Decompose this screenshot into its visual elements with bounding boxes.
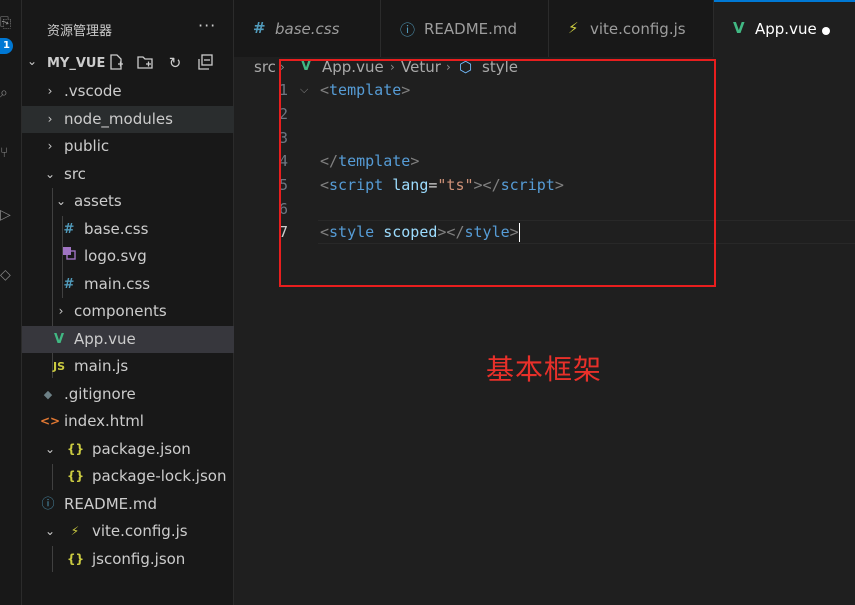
tree-item-label: index.html	[64, 412, 144, 430]
tree-item-jsconfig-json[interactable]: {} jsconfig.json	[22, 546, 234, 573]
tree-item-components[interactable]: › components	[22, 298, 234, 325]
tree-item-label: jsconfig.json	[92, 550, 186, 568]
vite-file-icon: ⚡	[70, 524, 80, 538]
tree-item-label: vite.config.js	[92, 522, 188, 540]
tree-item-label: public	[64, 137, 110, 155]
tree-item-label: assets	[74, 192, 122, 210]
chevron-right-icon: ›	[47, 84, 53, 98]
tree-item-main-css[interactable]: # main.css	[22, 271, 234, 298]
chevron-down-icon: ⌄	[55, 194, 67, 208]
source-control-icon[interactable]: ⑂	[0, 144, 14, 162]
tab-label: vite.config.js	[590, 20, 686, 38]
html-file-icon: <>	[40, 414, 61, 428]
info-icon: ⓘ	[400, 21, 416, 39]
tree-item-logo-svg[interactable]: logo.svg	[22, 243, 234, 270]
tree-item-readme[interactable]: ⓘ README.md	[22, 491, 234, 518]
tree-item-node-modules[interactable]: › node_modules	[22, 106, 234, 133]
tree-item-public[interactable]: › public	[22, 133, 234, 160]
tree-item-app-vue[interactable]: V App.vue	[22, 326, 234, 353]
tree-item-label: main.js	[74, 357, 129, 375]
new-folder-icon[interactable]	[135, 53, 155, 73]
css-file-icon: #	[63, 222, 75, 237]
tree-item-label: node_modules	[64, 110, 173, 128]
tree-item-vite-config[interactable]: ⌄ ⚡ vite.config.js	[22, 518, 234, 545]
css-file-icon: #	[253, 19, 266, 37]
vue-file-icon: V	[733, 19, 745, 37]
tree-item-label: main.css	[84, 275, 151, 293]
extensions-icon[interactable]: ◇	[0, 266, 14, 284]
vite-file-icon: ⚡	[568, 19, 579, 37]
tree-item-package-lock-json[interactable]: {} package-lock.json	[22, 463, 234, 490]
explorer-title: 资源管理器	[47, 24, 113, 39]
explorer-badge: 1	[0, 38, 13, 54]
tab-label: App.vue	[755, 20, 817, 38]
json-file-icon: {}	[67, 552, 85, 566]
chevron-right-icon: ›	[47, 112, 53, 126]
explorer-icon[interactable]: ⎘	[0, 14, 14, 32]
tree-item-vscode[interactable]: › .vscode	[22, 78, 234, 105]
css-file-icon: #	[63, 277, 75, 292]
json-file-icon: {}	[67, 469, 85, 483]
tree-item-label: .gitignore	[64, 385, 136, 403]
git-file-icon: ◆	[43, 388, 53, 401]
json-file-icon: {}	[67, 442, 85, 456]
tab-app-vue[interactable]: V App.vue	[714, 0, 855, 57]
unsaved-dot-icon[interactable]	[822, 27, 830, 35]
tab-vite-config[interactable]: ⚡ vite.config.js	[549, 0, 714, 57]
tab-bar: # base.css ⓘ README.md ⚡ vite.config.js …	[234, 0, 855, 57]
tree-item-main-js[interactable]: JS main.js	[22, 353, 234, 380]
annotation-box	[279, 59, 716, 287]
chevron-down-icon: ⌄	[44, 524, 56, 538]
chevron-right-icon: ›	[47, 139, 53, 153]
chevron-down-icon[interactable]: ⌄	[27, 54, 37, 68]
activity-bar: ⎘ 1 ⌕ ⑂ ▷ ◇	[0, 0, 22, 605]
explorer-sidebar: 资源管理器 ··· ⌄ MY_VUE ↻ › .vscode › node_mo…	[22, 0, 234, 605]
tree-item-base-css[interactable]: # base.css	[22, 216, 234, 243]
vue-file-icon: V	[53, 332, 65, 347]
tree-item-label: .vscode	[64, 82, 122, 100]
tree-item-label: src	[64, 165, 86, 183]
tab-readme[interactable]: ⓘ README.md	[381, 0, 549, 57]
tab-base-css[interactable]: # base.css	[234, 0, 381, 57]
breadcrumb-src[interactable]: src	[254, 57, 276, 77]
project-header[interactable]: ⌄ MY_VUE ↻	[22, 50, 234, 78]
tree-item-package-json[interactable]: ⌄ {} package.json	[22, 436, 234, 463]
tree-item-label: package.json	[92, 440, 191, 458]
tree-item-label: README.md	[64, 495, 158, 513]
tab-label: README.md	[424, 20, 518, 38]
svg-file-icon	[61, 243, 77, 270]
info-icon: ⓘ	[41, 497, 55, 512]
run-debug-icon[interactable]: ▷	[0, 206, 14, 224]
tree-item-label: package-lock.json	[92, 467, 227, 485]
new-file-icon[interactable]	[106, 53, 126, 73]
tree-item-index-html[interactable]: <> index.html	[22, 408, 234, 435]
tree-item-label: logo.svg	[84, 247, 147, 265]
tree-item-gitignore[interactable]: ◆ .gitignore	[22, 381, 234, 408]
tree-item-src[interactable]: ⌄ src	[22, 161, 234, 188]
chevron-down-icon: ⌄	[44, 167, 56, 181]
search-icon[interactable]: ⌕	[0, 84, 14, 102]
chevron-down-icon: ⌄	[44, 442, 56, 456]
project-name: MY_VUE	[47, 56, 106, 71]
more-actions-icon[interactable]: ···	[198, 16, 216, 35]
annotation-label: 基本框架	[486, 353, 603, 386]
tree-item-label: base.css	[84, 220, 149, 238]
js-file-icon: JS	[52, 360, 65, 373]
chevron-right-icon: ›	[58, 304, 64, 318]
tree-item-label: App.vue	[74, 330, 136, 348]
tree-item-label: components	[74, 302, 167, 320]
tab-label: base.css	[275, 20, 340, 38]
tree-item-assets[interactable]: ⌄ assets	[22, 188, 234, 215]
refresh-icon[interactable]: ↻	[165, 53, 185, 73]
collapse-all-icon[interactable]	[195, 53, 215, 73]
